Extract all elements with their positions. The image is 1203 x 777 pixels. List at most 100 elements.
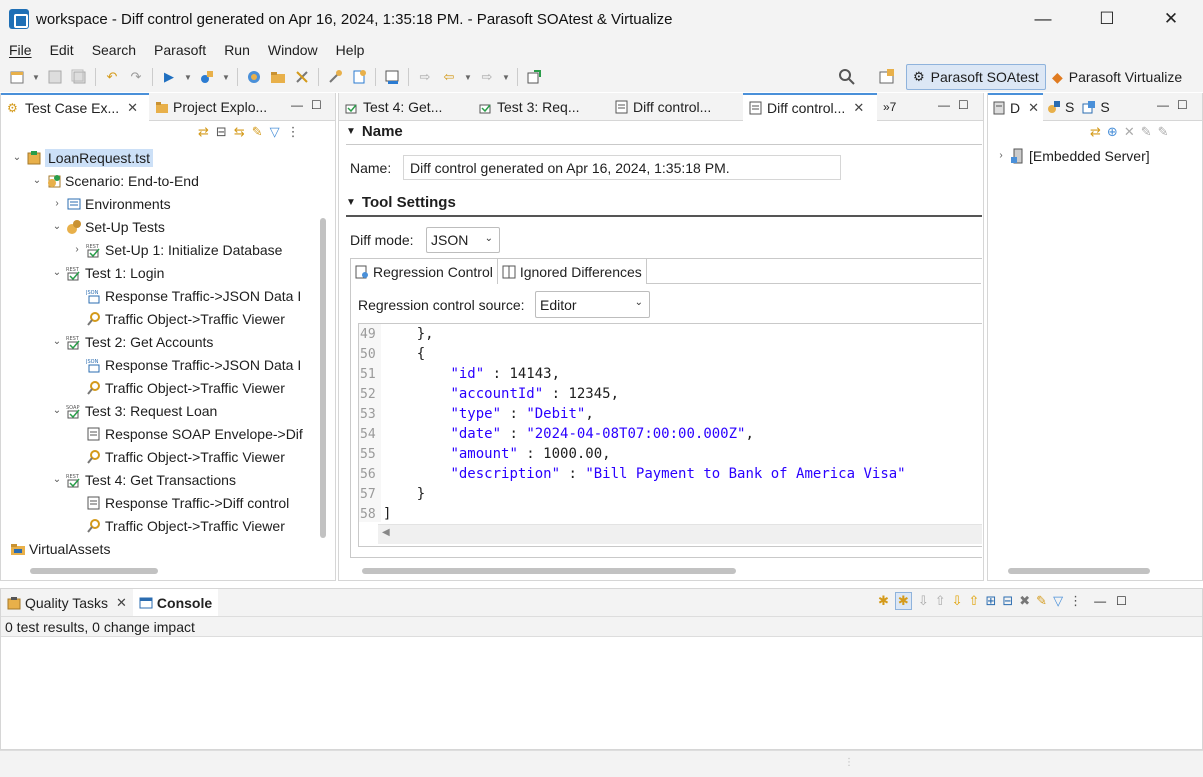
globe-icon[interactable] <box>245 68 263 86</box>
tree-item-test2-traffic[interactable]: Traffic Object->Traffic Viewer <box>84 376 285 399</box>
start-icon[interactable]: ✎ <box>1141 124 1152 140</box>
save-icon[interactable] <box>46 68 64 86</box>
chevron-down-icon[interactable]: ⌄ <box>50 474 64 485</box>
chevron-down-icon[interactable]: ⌄ <box>10 152 24 163</box>
search-icon[interactable] <box>838 68 856 86</box>
tree-item-test4-traffic[interactable]: Traffic Object->Traffic Viewer <box>84 514 285 537</box>
maximize-button[interactable]: ☐ <box>1075 0 1139 38</box>
menu-window[interactable]: Window <box>259 42 327 58</box>
close-icon[interactable]: ✕ <box>853 100 864 116</box>
chevron-right-icon[interactable]: › <box>994 150 1008 161</box>
bug-filter-icon[interactable]: ✱ <box>894 592 912 610</box>
pin-icon[interactable]: ✎ <box>252 124 263 140</box>
maximize-view-icon[interactable]: ☐ <box>1116 594 1127 608</box>
open-folder-icon[interactable] <box>269 68 287 86</box>
arrow-down-gray-icon[interactable]: ⇩ <box>918 593 929 609</box>
tree-item-setup1[interactable]: › REST Set-Up 1: Initialize Database <box>70 238 282 261</box>
new-icon[interactable] <box>8 68 26 86</box>
tools-icon[interactable] <box>293 68 311 86</box>
chevron-right-icon[interactable]: › <box>50 198 64 209</box>
code-horizontal-scrollbar[interactable]: ◀ <box>378 524 982 544</box>
tree-item-test2-json[interactable]: JSON Response Traffic->JSON Data I <box>84 353 301 376</box>
minimize-view-icon[interactable]: — <box>938 98 950 112</box>
collapse-all-icon[interactable]: ⊟ <box>216 124 227 140</box>
chevron-right-icon[interactable]: › <box>70 244 84 255</box>
tree-item-virtual-assets[interactable]: VirtualAssets <box>8 537 110 560</box>
name-section-header[interactable]: ▼ Name <box>346 123 403 140</box>
name-field[interactable]: Diff control generated on Apr 16, 2024, … <box>403 155 841 180</box>
chevron-down-icon[interactable]: ⌄ <box>50 405 64 416</box>
next-annotation-icon[interactable]: ⇨ <box>416 68 434 86</box>
open-perspective-icon[interactable] <box>878 68 896 86</box>
tab-quality-tasks[interactable]: Quality Tasks ✕ <box>1 589 133 617</box>
remove-icon[interactable]: ✕ <box>1124 124 1135 140</box>
subtab-ignored-differences[interactable]: Ignored Differences <box>497 259 647 284</box>
refresh-icon[interactable]: ⇄ <box>1090 124 1101 140</box>
maximize-view-icon[interactable]: ☐ <box>311 98 322 112</box>
arrow-up-gray-icon[interactable]: ⇧ <box>935 593 946 609</box>
maximize-view-icon[interactable]: ☐ <box>1177 98 1188 112</box>
left-horizontal-scrollbar[interactable] <box>30 568 158 574</box>
chevron-down-icon[interactable]: ⌄ <box>50 221 64 232</box>
chevron-down-icon[interactable]: ⌄ <box>30 175 44 186</box>
tree-item-root[interactable]: ⌄ LoanRequest.tst <box>10 146 153 169</box>
chevron-down-icon[interactable]: ⌄ <box>50 267 64 278</box>
filter-icon[interactable]: ▽ <box>270 124 280 140</box>
close-icon[interactable]: ✕ <box>1028 100 1039 116</box>
bug-icon[interactable]: ✱ <box>878 593 889 609</box>
tree-item-scenario[interactable]: ⌄ Scenario: End-to-End <box>30 169 199 192</box>
forward-icon[interactable]: ⇨ <box>478 68 496 86</box>
back-dropdown-icon[interactable]: ▼ <box>463 68 473 86</box>
test-config-dropdown-icon[interactable]: ▼ <box>221 68 231 86</box>
stop-icon[interactable]: ✎ <box>1158 124 1169 140</box>
tab-project-explorer[interactable]: Project Explo... <box>149 93 273 121</box>
new-test-icon[interactable] <box>350 68 368 86</box>
scroll-left-icon[interactable]: ◀ <box>382 527 390 538</box>
tree-item-environments[interactable]: › Environments <box>50 192 170 215</box>
minimize-view-icon[interactable]: — <box>1094 594 1106 608</box>
tree-item-test4[interactable]: ⌄ REST Test 4: Get Transactions <box>50 468 236 491</box>
forward-dropdown-icon[interactable]: ▼ <box>501 68 511 86</box>
pin-icon[interactable]: ✎ <box>1036 593 1047 609</box>
collapse-all-icon[interactable]: ⊟ <box>1002 593 1013 609</box>
console-icon[interactable] <box>383 68 401 86</box>
test-config-icon[interactable] <box>198 68 216 86</box>
tree-item-test2[interactable]: ⌄ REST Test 2: Get Accounts <box>50 330 214 353</box>
editor-tab-diff2[interactable]: Diff control... ✕ <box>743 92 877 121</box>
diff-mode-select[interactable]: JSON ⌄ <box>426 227 500 253</box>
maximize-view-icon[interactable]: ☐ <box>958 98 969 112</box>
tab-test-case-explorer[interactable]: ⚙ Test Case Ex... ✕ <box>1 92 149 121</box>
back-icon[interactable]: ⇦ <box>440 68 458 86</box>
sync-icon[interactable]: ⇄ <box>198 124 209 140</box>
editor-tab-diff1[interactable]: Diff control... <box>609 93 743 121</box>
wizard-icon[interactable] <box>326 68 344 86</box>
subtab-regression-control[interactable]: Regression Control <box>351 259 498 284</box>
menu-file[interactable]: File <box>0 42 41 58</box>
minimize-button[interactable]: — <box>1011 0 1075 38</box>
link-editor-icon[interactable]: ⇆ <box>234 124 245 140</box>
tree-item-embedded-server[interactable]: › [Embedded Server] <box>994 144 1149 167</box>
menu-search[interactable]: Search <box>83 42 145 58</box>
close-icon[interactable]: ✕ <box>116 595 127 611</box>
perspective-virtualize[interactable]: ◆ Parasoft Virtualize <box>1046 64 1202 90</box>
right-horizontal-scrollbar[interactable] <box>1008 568 1150 574</box>
minimize-view-icon[interactable]: — <box>1157 98 1169 112</box>
undo-icon[interactable]: ↶ <box>103 68 121 86</box>
regression-source-select[interactable]: Editor ⌄ <box>535 291 650 318</box>
expand-all-icon[interactable]: ⊞ <box>985 593 996 609</box>
editor-tab-test3[interactable]: Test 3: Req... <box>473 93 609 121</box>
perspective-soatest[interactable]: ⚙ Parasoft SOAtest <box>906 64 1046 90</box>
tab-console[interactable]: Console <box>132 589 219 617</box>
external-icon[interactable] <box>525 68 543 86</box>
new-dropdown-icon[interactable]: ▼ <box>31 68 41 86</box>
tab-s2[interactable]: S <box>1078 93 1113 121</box>
menu-run[interactable]: Run <box>215 42 259 58</box>
close-button[interactable]: ✕ <box>1139 0 1203 38</box>
menu-help[interactable]: Help <box>327 42 374 58</box>
editor-tab-overflow[interactable]: »7 <box>877 93 902 121</box>
save-all-icon[interactable] <box>70 68 88 86</box>
arrow-down-icon[interactable]: ⇩ <box>952 593 963 609</box>
editor-horizontal-scrollbar[interactable] <box>362 568 736 574</box>
remove-all-icon[interactable]: ✖ <box>1019 593 1030 609</box>
tree-item-test1-json[interactable]: JSON Response Traffic->JSON Data I <box>84 284 301 307</box>
